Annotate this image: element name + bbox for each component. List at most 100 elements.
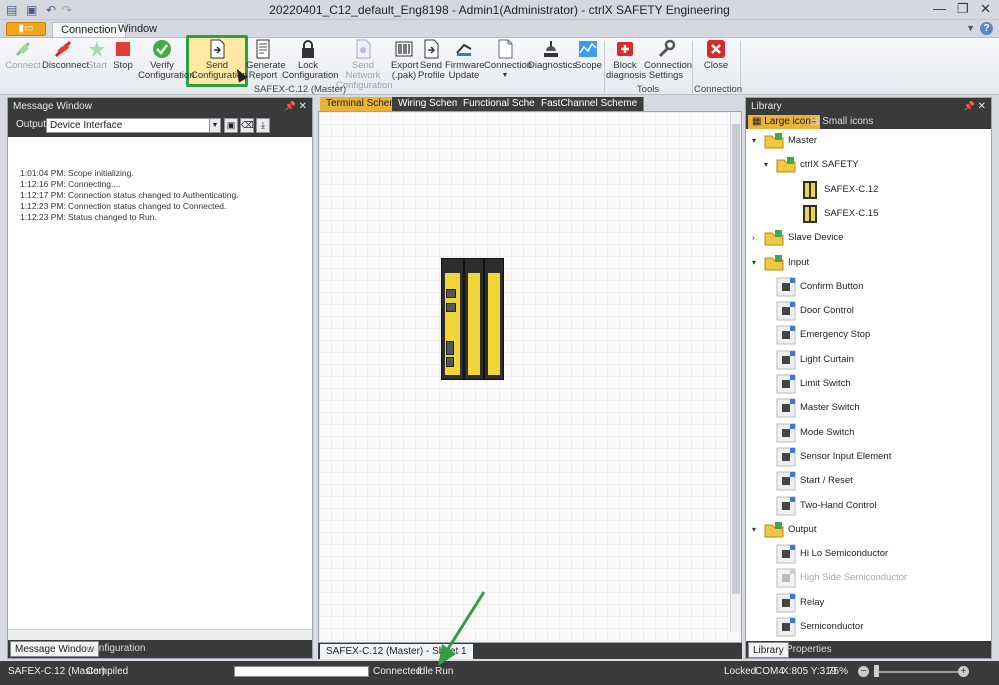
export-pak-button[interactable]: Export (.pak) [391, 39, 418, 83]
device-icon [800, 204, 820, 224]
scope-button[interactable]: Scope [575, 39, 602, 83]
pin-icon[interactable]: 📌 [285, 98, 296, 115]
start-icon [89, 41, 105, 57]
device-module-io-1 [464, 258, 484, 380]
close-window-button[interactable]: ✕ [980, 2, 991, 16]
network-document-icon [356, 39, 371, 59]
send-document-icon [210, 39, 225, 59]
chevron-down-icon[interactable]: ▾ [752, 519, 756, 541]
terminal-scheme-canvas[interactable] [318, 111, 742, 643]
group-label-tools: Tools [636, 84, 660, 95]
firmware-update-button[interactable]: Firmware Update [445, 39, 485, 83]
connection-settings-button[interactable]: Connection Settings [644, 39, 692, 83]
status-mode: Idle [417, 666, 434, 677]
start-button[interactable]: Start [84, 39, 110, 83]
message-bottom-tabs: Message Window Configuration [8, 640, 312, 658]
ribbon-options-icon[interactable]: ▼ [966, 23, 975, 33]
chevron-down-icon[interactable]: ▾ [752, 252, 756, 274]
library-item-label: SAFEX-C.12 [824, 183, 879, 195]
disconnect-button[interactable]: Disconnect [42, 39, 89, 83]
library-panel: Library 📌 ✕ ▦ Large icons ▤ Small icons … [745, 97, 992, 659]
log-time: 1:12:16 PM: [20, 179, 66, 189]
send-profile-button[interactable]: Send Profile [418, 39, 445, 83]
diagnostics-button[interactable]: Diagnostics [528, 39, 577, 83]
ribbon: Connect Disconnect Start Stop Verify Con… [0, 35, 999, 95]
pin-icon[interactable]: 📌 [964, 98, 975, 115]
application-button[interactable]: ▮▭ [6, 22, 46, 36]
zoom-in-button[interactable]: + [958, 666, 969, 677]
output-select[interactable]: Device Interface ▼ [46, 118, 221, 133]
connector-icon [446, 357, 454, 367]
report-icon [256, 39, 270, 59]
zoom-slider-thumb[interactable] [874, 665, 879, 677]
output-select-value: Device Interface [50, 120, 123, 131]
zoom-slider-track[interactable] [879, 671, 959, 673]
library-item-label: Sensor Input Element [800, 450, 892, 462]
window-title: 20220401_C12_default_Eng8198 - Admin1(Ad… [269, 3, 730, 17]
stop-icon [116, 42, 130, 56]
close-icon[interactable]: ✕ [978, 98, 986, 115]
unplug-icon [54, 40, 72, 58]
block-diagnosis-icon [617, 42, 633, 56]
connector-icon [446, 341, 454, 355]
close-connection-button[interactable]: Close [698, 39, 734, 83]
library-item-label: Relay [800, 596, 825, 608]
tab-configuration[interactable]: Configuration [82, 641, 149, 657]
log-text: Scope initializing. [68, 168, 134, 178]
log-entry: 1:12:16 PM: Connecting.... [20, 179, 312, 190]
log-text: Status changed to Run. [68, 212, 157, 222]
stop-button[interactable]: Stop [110, 39, 136, 83]
send-network-configuration-button[interactable]: Send Network Configuration [336, 39, 393, 91]
safex-c12-device[interactable] [441, 258, 504, 380]
status-zoom: 75% [828, 666, 849, 677]
close-icon[interactable]: ✕ [299, 98, 307, 115]
block-diagnosis-button[interactable]: Block diagnosis [606, 39, 646, 83]
annotation-arrow-icon [438, 591, 486, 666]
library-tree: ▾ Master ▾ ctrlX SAFETY SAFEX-C.12 SAFEX-C.15… [746, 129, 991, 642]
save-log-icon[interactable]: ▣ [224, 118, 238, 133]
chevron-right-icon[interactable]: › [752, 227, 755, 249]
connection-dropdown-button[interactable]: Connection ▼ [484, 39, 532, 83]
library-header: Library 📌 ✕ [746, 98, 991, 115]
restore-button[interactable]: ❐ [957, 2, 969, 16]
lock-configuration-button[interactable]: Lock Configuration [282, 39, 339, 83]
library-item-label: Slave Device [788, 232, 844, 244]
group-separator [604, 41, 605, 93]
tab-fastchannel-scheme[interactable]: FastChannel Scheme [535, 97, 645, 111]
chevron-down-icon[interactable]: ▾ [752, 130, 756, 152]
scope-icon [579, 41, 597, 57]
tab-window[interactable]: Window [110, 22, 165, 38]
log-entry: 1:01:04 PM: Scope initializing. [20, 168, 312, 179]
tab-small-icons[interactable]: ▤ Small icons [806, 115, 877, 129]
help-icon[interactable]: ? [980, 22, 993, 35]
ethernet-port-icon [446, 303, 456, 312]
library-item-label: Semiconductor [800, 621, 864, 632]
generate-report-button[interactable]: Generate Report [246, 39, 286, 83]
barcode-icon [395, 41, 413, 57]
tab-properties[interactable]: Properties [782, 642, 836, 658]
library-title: Library [751, 101, 782, 112]
status-port: COM4 [755, 666, 784, 677]
diagnostics-icon [544, 41, 558, 57]
chevron-down-icon[interactable]: ▾ [764, 154, 768, 176]
semiconductor-icon [776, 617, 796, 637]
message-horizontal-scrollbar[interactable] [8, 629, 312, 640]
canvas-vertical-scrollbar[interactable] [730, 112, 741, 632]
chevron-down-icon[interactable]: ▼ [209, 119, 220, 132]
download-log-icon[interactable]: ⤓ [256, 118, 270, 133]
verify-configuration-button[interactable]: Verify Configuration [138, 39, 195, 83]
clear-log-icon[interactable]: ⌫ [240, 118, 254, 133]
library-item-label: Mode Switch [800, 426, 855, 438]
message-window-header: Message Window 📌 ✕ [8, 98, 312, 115]
relay-icon [776, 593, 796, 613]
library-item-label: Hi Lo Semiconductor [800, 548, 889, 560]
scrollbar-thumb[interactable] [732, 124, 740, 594]
checkmark-icon [153, 40, 171, 58]
message-window-panel: Message Window 📌 ✕ Output Device Interfa… [7, 97, 313, 659]
zoom-out-button[interactable]: − [858, 666, 869, 677]
minimize-button[interactable]: — [933, 2, 946, 16]
connect-button[interactable]: Connect [4, 39, 42, 83]
wrench-icon [658, 39, 676, 58]
light-curtain-icon [776, 350, 796, 370]
door-control-icon [776, 301, 796, 321]
